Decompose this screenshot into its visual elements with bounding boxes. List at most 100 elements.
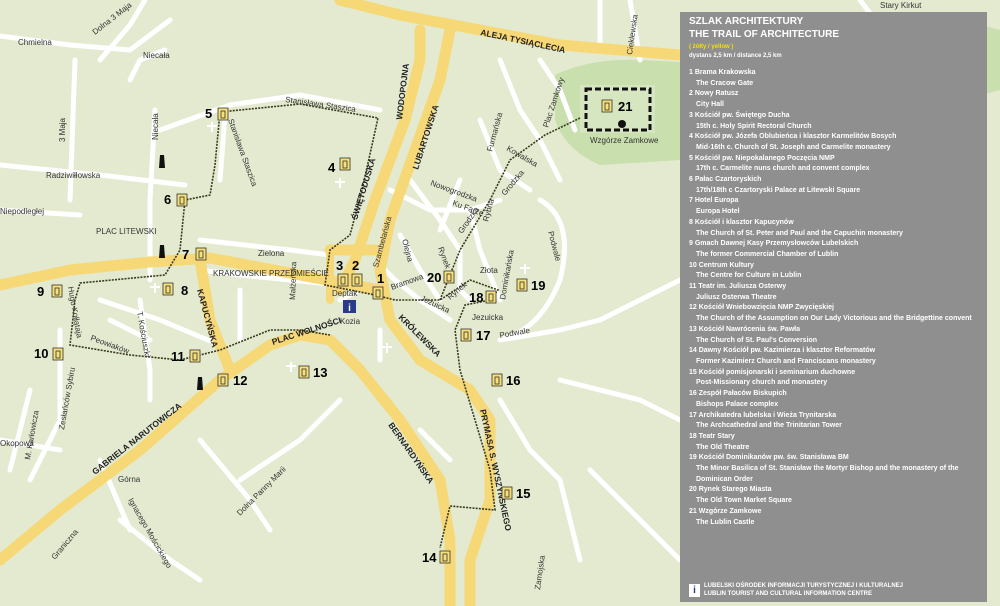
legend-item-pl: 16 Zespół Pałaców Biskupich [689, 390, 787, 398]
church-cross-bar [335, 181, 345, 183]
street-niecala-2: Niecała [151, 113, 160, 140]
legend-item-en: 17th c. Carmelite nuns church and conven… [696, 165, 870, 173]
legend-item-pl: 21 Wzgórze Zamkowe [689, 507, 762, 515]
legend-distance: dystans 2,5 km / distance 2,5 km [689, 53, 782, 59]
legend-item: 20 Rynek Starego Miasta The Old Town Mark… [689, 485, 981, 506]
legend-item-pl: 17 Archikatedra lubelska i Wieża Trynita… [689, 411, 837, 419]
street-niecala: Niecała [143, 51, 170, 60]
legend-item: 11 Teatr im. Juliusza Osterwy Juliusz Ost… [689, 282, 981, 303]
legend-item-pl: 5 Kościół pw. Niepokalanego Poczęcia NMP [689, 154, 835, 162]
street-okopowa: Okopowa [0, 439, 34, 448]
legend-item: 18 Teatr Stary The Old Theatre [689, 432, 981, 453]
legend-item-en: The Church of St. Peter and Paul and the… [696, 229, 903, 237]
stop-marker: 16 [491, 373, 520, 388]
legend-item: 6 Pałac Czartoryskich 17th/18th c Czartor… [689, 175, 981, 196]
stop-marker: 17 [460, 328, 490, 343]
legend-item-en: Former Kazimierz Church and Franciscans … [696, 357, 876, 365]
street-deptak: Deptak [332, 289, 358, 298]
street-zlota: Złota [480, 266, 498, 275]
legend-item: 2 Nowy Ratusz City Hall [689, 89, 981, 110]
stop-number-label: 20 [427, 270, 441, 285]
street-gorna: Górna [118, 475, 141, 484]
legend-item-en: The Old Theatre [696, 443, 750, 451]
stop-number-label: 13 [313, 365, 327, 380]
footer-pl: LUBELSKI OŚRODEK INFORMACJI TURYSTYCZNEJ… [704, 583, 904, 589]
legend-item: 7 Hotel Europa Europa Hotel [689, 196, 981, 217]
stop-number-label: 18 [469, 290, 483, 305]
stop-marker: 13 [298, 365, 327, 380]
street-niepodleglej: Niepodległej [0, 207, 44, 216]
stop-number-label: 16 [506, 373, 520, 388]
legend-item: 14 Dawny Kościół pw. Kazimierza i klaszt… [689, 346, 981, 367]
stop-number-label: 2 [352, 258, 359, 273]
stop-number-label: 4 [328, 160, 336, 175]
stop-number-label: 9 [37, 284, 44, 299]
legend-item-en: The Centre for Culture in Lublin [696, 272, 802, 280]
stop-number-label: 17 [476, 328, 490, 343]
legend-item-en: The Lublin Castle [696, 518, 755, 526]
street-zielona: Zielona [258, 249, 285, 258]
street-3-maja: 3 Maja [58, 117, 67, 142]
legend-item: 17 Archikatedra lubelska i Wieża Trynita… [689, 411, 981, 432]
street-kozia: Kozia [340, 317, 361, 326]
street-chmielna: Chmielna [18, 38, 52, 47]
legend-item-pl: 11 Teatr im. Juliusza Osterwy [689, 283, 787, 291]
stop-marker: 14 [422, 550, 451, 565]
label-wzgorze: Wzgórze Zamkowe [590, 136, 659, 145]
legend-item-en: The former Commercial Chamber of Lublin [696, 250, 839, 258]
stop-number-label: 14 [422, 550, 437, 565]
church-cross-bar [207, 125, 217, 127]
stop-number-label: 12 [233, 373, 247, 388]
legend-item-pl: 6 Pałac Czartoryskich [689, 176, 762, 184]
street-radziwillowska: Radziwiłłowska [46, 171, 101, 180]
stop-marker: 12 [217, 373, 247, 388]
legend-title-block: SZLAK ARCHITEKTURY THE TRAIL OF ARCHITEC… [689, 15, 839, 41]
legend-item-en: City Hall [696, 101, 725, 109]
legend-item: 21 Wzgórze Zamkowe The Lublin Castle [689, 507, 981, 528]
map-poster: i ALEJA TYSIĄCLECIA Dolna 3 Maja Chmieln… [0, 0, 1000, 606]
legend-item-pl: 1 Brama Krakowska [689, 69, 756, 76]
legend-item-en: The Church of St. Paul's Conversion [696, 336, 818, 344]
stop-number-label: 21 [618, 99, 632, 114]
legend-item-pl: 4 Kościół pw. Józefa Oblubieńca i klaszt… [689, 133, 897, 141]
legend-item-en: 15th c. Holy Spirit Rectoral Church [696, 122, 812, 130]
stop-number-label: 15 [516, 486, 530, 501]
legend-item-en: Europa Hotel [696, 208, 740, 216]
stop-number-label: 6 [164, 192, 171, 207]
stop-number-label: 1 [377, 271, 384, 286]
legend-item: 4 Kościół pw. Józefa Oblubieńca i klaszt… [689, 132, 981, 153]
church-cross-bar [150, 286, 160, 288]
legend-item: 13 Kościół Nawrócenia św. Pawła The Churc… [689, 325, 981, 346]
stop-number-label: 5 [205, 106, 212, 121]
legend-item: 9 Gmach Dawnej Kasy Przemysłowców Lubels… [689, 239, 981, 260]
legend-item: 15 Kościół pomisjonarski i seminarium du… [689, 368, 981, 389]
legend-item: 8 Kościół i klasztor Kapucynów The Church… [689, 218, 981, 239]
church-cross-bar [286, 365, 296, 367]
legend-subtitle: THE TRAIL OF ARCHITECTURE [689, 29, 839, 40]
stop-marker: 19 [516, 278, 545, 293]
legend-list: 1 Brama Krakowska The Cracow Gate 2 Nowy R… [689, 68, 981, 528]
legend-panel: SZLAK ARCHITEKTURY THE TRAIL OF ARCHITEC… [680, 12, 987, 602]
legend-item-pl: 8 Kościół i klasztor Kapucynów [689, 218, 794, 226]
monument-icon [159, 245, 165, 258]
street-krakowskie: KRAKOWSKIE PRZEDMIEŚCIE [213, 269, 329, 278]
legend-item-en: The Cracow Gate [696, 79, 754, 87]
legend-item-pl: 9 Gmach Dawnej Kasy Przemysłowców Lubels… [689, 240, 859, 248]
legend-item-pl: 18 Teatr Stary [689, 432, 735, 440]
stop-number-label: 11 [171, 349, 185, 364]
legend-item: 10 Centrum Kultury The Centre for Culture… [689, 261, 981, 282]
stop-marker: 21 [601, 99, 632, 114]
legend-item-pl: 10 Centrum Kultury [689, 261, 754, 269]
legend-item-pl: 12 Kościół Wniebowzięcia NMP Zwycięskiej [689, 304, 834, 312]
legend-item-en: 17th/18th c Czartoryski Palace at Litews… [696, 186, 861, 194]
legend-item: 12 Kościół Wniebowzięcia NMP Zwycięskiej… [689, 303, 981, 324]
legend-item-en: The Old Town Market Square [696, 497, 792, 505]
legend-item-pl: 15 Kościół pomisjonarski i seminarium du… [689, 368, 856, 376]
legend-item-en: The Minor Basilica of St. Stanisław the … [696, 465, 959, 483]
info-icon: i [689, 583, 700, 597]
church-cross-bar [520, 267, 530, 269]
street-malzonka: Małżeńska [288, 261, 298, 300]
stop-marker: 15 [501, 486, 530, 501]
legend-item: 5 Kościół pw. Niepokalanego Poczęcia NMP… [689, 154, 981, 175]
legend-item-en: Bishops Palace complex [696, 400, 779, 408]
